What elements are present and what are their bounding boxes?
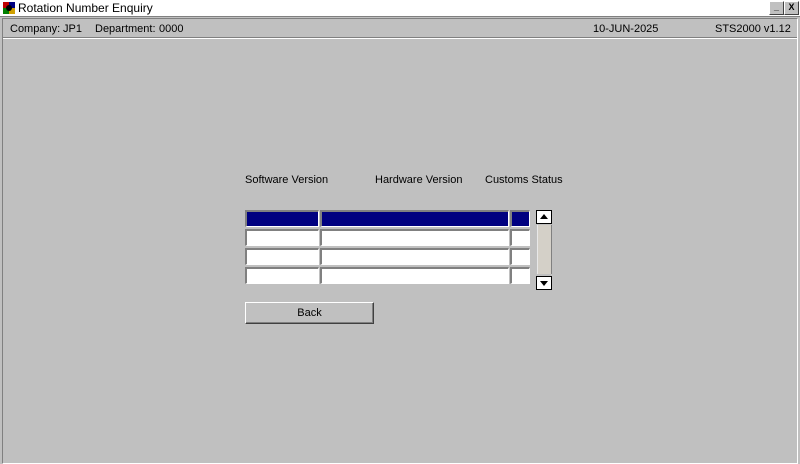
hardware-version-field[interactable] xyxy=(320,210,509,227)
customs-status-field[interactable] xyxy=(510,267,530,284)
software-version-field[interactable] xyxy=(245,248,319,265)
app-version: STS2000 v1.12 xyxy=(715,23,791,35)
app-icon[interactable] xyxy=(2,1,16,15)
close-button[interactable]: X xyxy=(784,1,799,15)
customs-status-header: Customs Status xyxy=(485,174,563,186)
back-button[interactable]: Back xyxy=(245,302,374,324)
department-label: Department: xyxy=(95,23,156,35)
customs-status-field[interactable] xyxy=(510,210,530,227)
department-value: 0000 xyxy=(159,23,184,35)
status-bar: Company: JP1 Department: 0000 10-JUN-202… xyxy=(3,19,797,38)
minimize-button[interactable]: _ xyxy=(769,1,784,15)
company-value: JP1 xyxy=(63,23,82,35)
arrow-down-icon[interactable] xyxy=(536,276,552,290)
hardware-version-field[interactable] xyxy=(320,267,509,284)
company-label: Company: xyxy=(10,23,61,35)
software-version-field[interactable] xyxy=(245,210,319,227)
title-bar: Rotation Number Enquiry _ X xyxy=(0,0,800,17)
window-title: Rotation Number Enquiry xyxy=(18,1,153,15)
date-value: 10-JUN-2025 xyxy=(593,23,659,35)
customs-status-field[interactable] xyxy=(510,248,530,265)
scrollbar-track[interactable] xyxy=(537,225,552,274)
hardware-version-field[interactable] xyxy=(320,229,509,246)
hardware-version-header: Hardware Version xyxy=(375,174,463,186)
customs-status-field[interactable] xyxy=(510,229,530,246)
software-version-field[interactable] xyxy=(245,267,319,284)
software-version-field[interactable] xyxy=(245,229,319,246)
arrow-up-icon[interactable] xyxy=(536,210,552,224)
vertical-scrollbar[interactable] xyxy=(536,210,552,290)
software-version-header: Software Version xyxy=(245,174,329,186)
hardware-version-field[interactable] xyxy=(320,248,509,265)
